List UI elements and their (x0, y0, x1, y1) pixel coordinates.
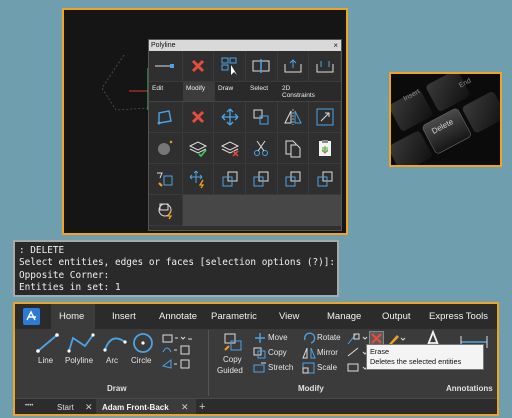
move-label: Move (268, 333, 288, 342)
layer-check-icon[interactable] (182, 133, 215, 164)
copy-stack-icon[interactable] (214, 164, 246, 195)
polyline-tool[interactable]: Polyline (63, 332, 99, 372)
rotate-label: Rotate (317, 333, 341, 342)
line-tool-label: Line (38, 356, 54, 365)
move-lightning-icon[interactable] (182, 164, 215, 195)
copy-label: Copy (223, 355, 242, 364)
quad-row-3 (149, 133, 342, 164)
polyline-edit-icon[interactable] (149, 51, 183, 82)
scissors-icon[interactable] (246, 133, 278, 164)
layer-delete-icon[interactable] (214, 133, 246, 164)
tab-parametric[interactable]: Parametric (211, 311, 257, 322)
more-tabs-icon[interactable]: •••• (25, 403, 33, 409)
group-separator (208, 330, 209, 396)
erase-icon[interactable] (182, 51, 215, 82)
copy-stack-2-icon[interactable] (246, 164, 278, 195)
add-tab-icon[interactable]: + (199, 401, 205, 413)
copy-small-label: Copy (268, 348, 287, 357)
guided-label: Guided (217, 366, 243, 375)
cmd-line-1: : DELETE (19, 245, 65, 256)
tab-insert[interactable]: Insert (112, 311, 136, 322)
tab-output[interactable]: Output (382, 311, 411, 322)
copy-icon[interactable] (246, 102, 278, 133)
region-lightning-icon[interactable] (149, 195, 183, 226)
cmd-line-4: Entities in set: 1 (19, 281, 121, 293)
erase-icon[interactable] (182, 102, 215, 133)
quad-tab-2d-constraints[interactable]: 2D Constraints (279, 82, 315, 101)
polyline-tool-label: Polyline (65, 356, 94, 365)
copy-guided-tool[interactable]: Copy Guided (215, 332, 251, 380)
quad-row-2 (149, 102, 342, 133)
quad-tab-select[interactable]: Select (247, 82, 279, 101)
scale-label: Scale (317, 363, 338, 372)
tooltip-description: Deletes the selected entities (370, 357, 462, 366)
tooltip-title: Erase (370, 347, 390, 356)
doc-tab-start[interactable]: Start (57, 403, 74, 412)
stretch-tool[interactable]: Stretch (253, 362, 305, 374)
quad-title-text: Polyline (151, 42, 176, 49)
clipboard-icon[interactable] (309, 133, 342, 164)
group-draw-label: Draw (107, 384, 127, 393)
copy-small-tool[interactable]: Copy (253, 347, 299, 359)
close-icon[interactable]: ✕ (181, 402, 189, 413)
app-menu-icon[interactable] (23, 308, 40, 325)
quad-tabs: Edit Modify Draw Select 2D Constraints (149, 82, 341, 102)
command-line[interactable]: : DELETE Select entities, edges or faces … (13, 240, 339, 297)
group-annotations-label: Annotations (446, 384, 493, 393)
copy-to-icon[interactable] (149, 164, 183, 195)
stretch-label: Stretch (268, 363, 294, 372)
circle-tool-label: Circle (131, 356, 152, 365)
move-icon[interactable] (214, 102, 246, 133)
solid-sphere-icon[interactable] (149, 133, 183, 164)
scale-tool[interactable]: Scale (302, 362, 352, 374)
rotate-tool[interactable]: Rotate (302, 332, 352, 344)
arc-tool-label: Arc (106, 356, 118, 365)
select-pointer-icon[interactable] (214, 51, 246, 82)
tab-view[interactable]: View (279, 311, 299, 322)
tab-annotate[interactable]: Annotate (159, 311, 197, 322)
join-icon[interactable] (309, 51, 342, 82)
erase-tooltip: Erase Deletes the selected entities (366, 344, 484, 370)
move-tool[interactable]: Move (253, 332, 299, 344)
cmd-line-2: Select entities, edges or faces [selecti… (19, 257, 336, 269)
mirror-icon[interactable] (277, 102, 310, 133)
quad-menu: Polyline × Edit Modify Draw Select 2D Co… (148, 39, 342, 231)
quad-tab-edit[interactable]: Edit (149, 82, 183, 101)
cmd-line-3: Opposite Corner: (19, 269, 110, 281)
tab-express-tools[interactable]: Express Tools (429, 311, 488, 322)
polygon-edit-icon[interactable] (149, 102, 183, 133)
paste-icon[interactable] (277, 133, 310, 164)
mirror-tool[interactable]: Mirror (302, 347, 352, 359)
quad-row-1 (149, 51, 342, 82)
scale-icon[interactable] (309, 102, 342, 133)
close-icon[interactable]: × (333, 40, 338, 51)
mirror-label: Mirror (317, 348, 338, 357)
close-icon[interactable]: ✕ (85, 402, 93, 413)
explode-icon[interactable] (277, 51, 310, 82)
line-tool[interactable]: Line (33, 332, 63, 372)
keyboard-photo: Insert End Delete (389, 72, 502, 167)
ribbon-tab-bar: Home Insert Annotate Parametric View Man… (15, 304, 497, 329)
tab-manage[interactable]: Manage (327, 311, 361, 322)
draw-small-tools (161, 332, 207, 382)
quad-row-5 (149, 195, 341, 226)
split-rectangle-icon[interactable] (246, 51, 278, 82)
circle-tool[interactable]: Circle (129, 332, 159, 372)
quad-tab-modify[interactable]: Modify (183, 82, 215, 101)
quad-empty-area (183, 195, 341, 226)
tab-home[interactable]: Home (59, 311, 84, 322)
document-tabs: •••• Start ✕ Adam Front-Back ✕ + (15, 398, 497, 414)
doc-tab-adam-front-back[interactable]: Adam Front-Back (102, 403, 169, 412)
arc-tool[interactable]: Arc (101, 332, 129, 372)
copy-stack-3-icon[interactable] (277, 164, 310, 195)
copy-stack-4-icon[interactable] (309, 164, 342, 195)
quad-title: Polyline × (149, 40, 341, 51)
quad-tab-draw[interactable]: Draw (215, 82, 247, 101)
quad-row-4 (149, 164, 342, 195)
cad-viewport: Polyline × Edit Modify Draw Select 2D Co… (62, 8, 348, 235)
group-modify-label: Modify (298, 384, 324, 393)
